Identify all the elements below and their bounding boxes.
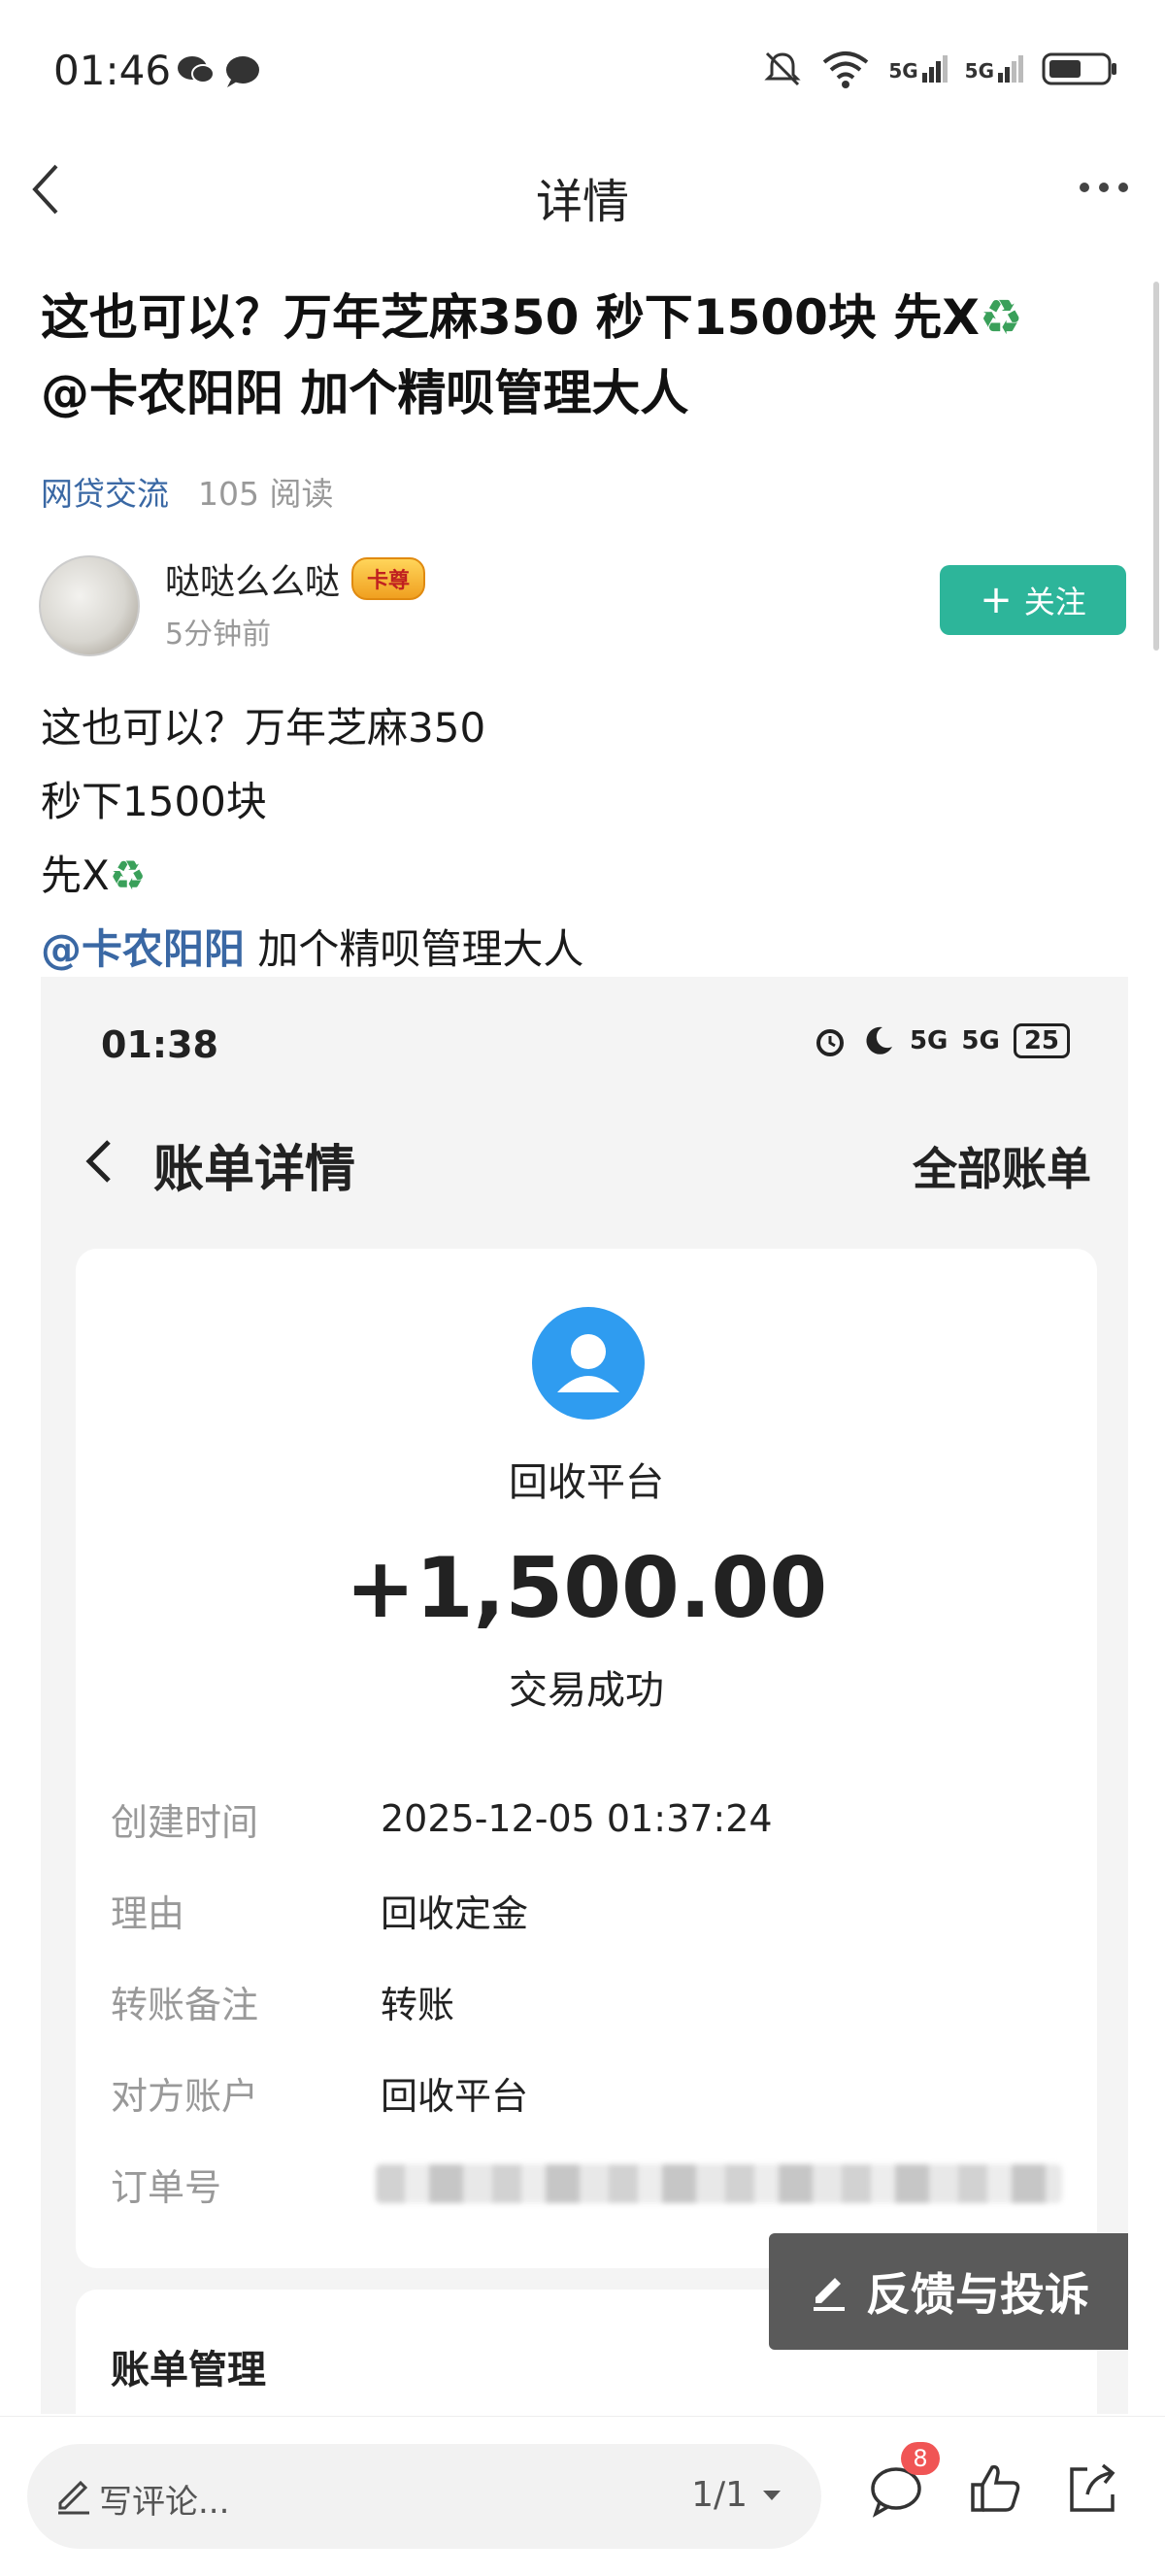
embedded-battery: 25 (1013, 1023, 1070, 1058)
follow-button[interactable]: + 关注 (940, 565, 1126, 635)
detail-row: 订单号 (111, 2138, 1062, 2229)
embedded-title: 账单详情 (153, 1141, 356, 1199)
page-indicator: 1/1 (691, 2475, 748, 2515)
page-selector[interactable]: 1/1 (691, 2475, 782, 2515)
embedded-network-1: 5G (909, 1026, 949, 1055)
author-name-row: 哒哒么么哒 卡尊 (165, 553, 426, 604)
body-line: 加个精呗管理大人 (245, 925, 584, 973)
comment-input[interactable]: 写评论... 1/1 (27, 2444, 821, 2549)
detail-value: 转账 (381, 1983, 455, 2026)
detail-value: 2025-12-05 01:37:24 (381, 1797, 773, 1840)
dropdown-icon (763, 2490, 781, 2500)
author-name[interactable]: 哒哒么么哒 (165, 553, 340, 604)
signal-icon-2: 5G (965, 55, 1023, 83)
detail-label: 转账备注 (111, 1983, 259, 2026)
edit-icon (814, 2278, 845, 2311)
comment-count-badge: 8 (901, 2442, 940, 2475)
mention-link[interactable]: @卡农阳阳 (41, 925, 245, 973)
wifi-icon (823, 51, 869, 88)
share-icon (1070, 2463, 1115, 2512)
post-time: 5分钟前 (165, 618, 272, 652)
transaction-status: 交易成功 (509, 1668, 664, 1713)
detail-label: 创建时间 (111, 1800, 259, 1844)
bill-manage-label: 账单管理 (111, 2348, 266, 2392)
wechat-icon (177, 50, 264, 93)
feedback-label: 反馈与投诉 (866, 2268, 1089, 2321)
signal-icon-1: 5G (888, 55, 948, 83)
recycle-icon: ♻ (979, 289, 1023, 346)
plus-icon: + (980, 578, 1013, 622)
detail-label: 订单号 (111, 2165, 222, 2209)
body-line: 秒下1500块 (41, 778, 267, 825)
read-count: 105 阅读 (198, 475, 334, 513)
embedded-status-time: 01:38 (101, 1023, 218, 1066)
thumbs-up-icon (971, 2464, 1020, 2512)
follow-label: 关注 (1023, 584, 1086, 620)
comment-placeholder: 写评论... (99, 2483, 230, 2522)
post-title: 这也可以？万年芝麻350 秒下1500块 先X♻ @卡农阳阳 加个精呗管理大人 (41, 280, 1128, 431)
embedded-back-icon (80, 1132, 118, 1190)
vip-badge: 卡尊 (351, 557, 426, 600)
body-line: 先X (41, 852, 110, 899)
detail-row: 转账备注 转账 (111, 1956, 1062, 2047)
blurred-order-number (375, 2164, 1062, 2203)
author-avatar[interactable] (39, 555, 140, 656)
bill-details: 创建时间 2025-12-05 01:37:24 理由 回收定金 转账备注 转账… (111, 1773, 1062, 2229)
post-title-line2: @卡农阳阳 加个精呗管理大人 (41, 365, 689, 421)
page-title: 详情 (535, 175, 629, 229)
share-button[interactable] (1058, 2456, 1126, 2524)
detail-row: 创建时间 2025-12-05 01:37:24 (111, 1773, 1062, 1864)
forum-link[interactable]: 网贷交流 (41, 468, 169, 515)
detail-value: 回收定金 (381, 1891, 529, 1935)
detail-row: 理由 回收定金 (111, 1864, 1062, 1956)
like-button[interactable] (961, 2456, 1029, 2524)
payee-name: 回收平台 (509, 1460, 664, 1505)
bottom-bar: 写评论... 1/1 8 (0, 2416, 1165, 2576)
post-image[interactable]: 01:38 5G 5G 25 账单详情 全部账单 回收平台 +1,500.00 … (41, 977, 1128, 2414)
status-time: 01:46 (53, 47, 172, 94)
detail-value: 回收平台 (381, 2074, 529, 2118)
moon-icon (866, 1026, 892, 1054)
detail-label: 对方账户 (111, 2074, 259, 2118)
alarm-icon (816, 1029, 844, 1056)
body-line: 这也可以？万年芝麻350 (41, 704, 486, 752)
bill-card: 回收平台 +1,500.00 交易成功 创建时间 2025-12-05 01:3… (76, 1249, 1097, 2268)
battery-icon (1042, 52, 1116, 85)
post-body: 这也可以？万年芝麻350 秒下1500块 先X♻ @卡农阳阳 加个精呗管理大人 (41, 691, 583, 987)
scrollbar[interactable] (1153, 282, 1159, 651)
post-title-line1: 这也可以？万年芝麻350 秒下1500块 先X (41, 289, 980, 346)
payee-avatar-icon (532, 1307, 645, 1420)
feedback-button: 反馈与投诉 (769, 2233, 1128, 2350)
status-icons: 5G 5G (762, 49, 1118, 89)
embedded-all-bills: 全部账单 (913, 1143, 1091, 1195)
mute-bell-icon (764, 51, 801, 86)
detail-label: 理由 (111, 1891, 185, 1935)
post-meta: 网贷交流 105 阅读 (41, 468, 333, 515)
recycle-icon: ♻ (109, 852, 147, 899)
amount: +1,500.00 (345, 1540, 828, 1637)
embedded-network-2: 5G (961, 1026, 1000, 1055)
embedded-status-icons: 5G 5G 25 (813, 1023, 1070, 1058)
detail-row: 对方账户 回收平台 (111, 2047, 1062, 2138)
comment-button[interactable]: 8 (864, 2442, 940, 2524)
more-icon[interactable] (1080, 183, 1128, 192)
pen-icon (58, 2480, 89, 2515)
